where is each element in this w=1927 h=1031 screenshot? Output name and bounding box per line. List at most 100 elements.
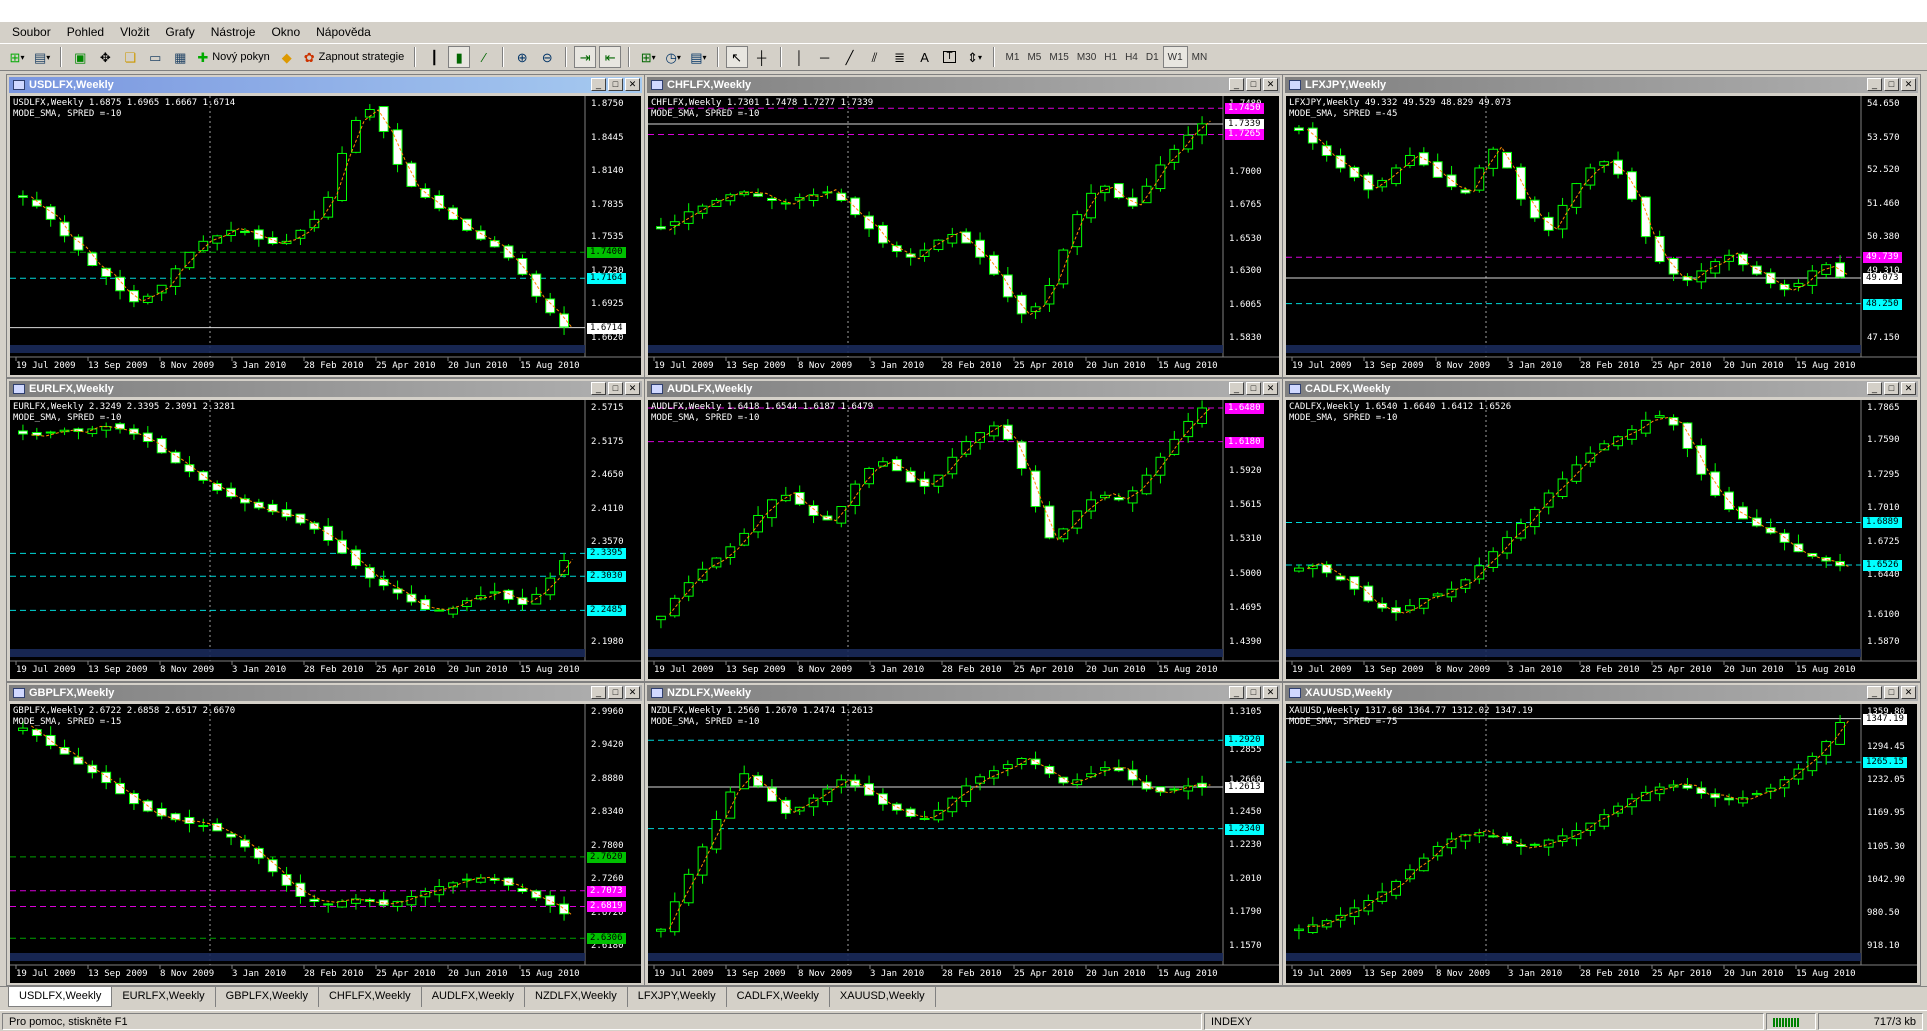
maximize-button[interactable]: □ <box>608 78 623 91</box>
trendline-tool[interactable]: ╱ <box>839 46 861 68</box>
timeframe-m1[interactable]: M1 <box>1002 46 1024 68</box>
terminal-button[interactable]: ▭ <box>144 46 166 68</box>
arrows-tool[interactable]: ⇕ ▾ <box>964 46 986 68</box>
chart-window-titlebar[interactable]: USDLFX,Weekly _ □ ✕ <box>9 77 642 93</box>
close-button[interactable]: ✕ <box>1263 78 1278 91</box>
chart-tab[interactable]: CADLFX,Weekly <box>727 987 830 1007</box>
minimize-button[interactable]: _ <box>1229 382 1244 395</box>
menu-nastroje[interactable]: Nástroje <box>203 22 264 43</box>
candle-chart-button[interactable]: ▮ <box>448 46 471 68</box>
chart-window-lfxjpy[interactable]: LFXJPY,Weekly _ □ ✕ LFXJPY,Weekly 49.332 49.… <box>1282 74 1921 378</box>
chart-window-titlebar[interactable]: CHFLFX,Weekly _ □ ✕ <box>647 77 1280 93</box>
chart-window-chflfx[interactable]: CHFLFX,Weekly _ □ ✕ CHFLFX,Weekly 1.7301 1.7… <box>644 74 1283 378</box>
chart-plot-area[interactable]: XAUUSD,Weekly 1317.68 1364.77 1312.02 13… <box>1286 704 1917 983</box>
crosshair-tool[interactable]: ┼ <box>751 46 773 68</box>
menu-napoveda[interactable]: Nápověda <box>308 22 379 43</box>
periods-button[interactable]: ◷ ▾ <box>662 46 684 68</box>
close-button[interactable]: ✕ <box>1901 382 1916 395</box>
close-button[interactable]: ✕ <box>625 78 640 91</box>
chart-plot-area[interactable]: LFXJPY,Weekly 49.332 49.529 48.829 49.07… <box>1286 96 1917 375</box>
chart-plot-area[interactable]: NZDLFX,Weekly 1.2560 1.2670 1.2474 1.261… <box>648 704 1279 983</box>
chart-window-titlebar[interactable]: AUDLFX,Weekly _ □ ✕ <box>647 381 1280 397</box>
chart-shift-button[interactable]: ⇤ <box>599 46 622 68</box>
chart-window-titlebar[interactable]: GBPLFX,Weekly _ □ ✕ <box>9 685 642 701</box>
chart-plot-area[interactable]: CADLFX,Weekly 1.6540 1.6640 1.6412 1.652… <box>1286 400 1917 679</box>
bar-chart-button[interactable]: ┃ <box>423 46 445 68</box>
close-button[interactable]: ✕ <box>625 686 640 699</box>
indicators-button[interactable]: ⊞ ▾ <box>637 46 659 68</box>
chart-tab[interactable]: USDLFX,Weekly <box>8 987 113 1007</box>
chart-window-usdlfx[interactable]: USDLFX,Weekly _ □ ✕ USDLFX,Weekly 1.6875 1.6… <box>6 74 645 378</box>
autoscroll-button[interactable]: ⇥ <box>574 46 597 68</box>
minimize-button[interactable]: _ <box>1867 382 1882 395</box>
cursor-tool[interactable]: ↖ <box>725 46 748 68</box>
maximize-button[interactable]: □ <box>1884 78 1899 91</box>
timeframe-mn[interactable]: MN <box>1188 46 1212 68</box>
timeframe-m30[interactable]: M30 <box>1073 46 1100 68</box>
strategies-button[interactable]: ✿ Zapnout strategie <box>301 46 408 68</box>
chart-plot-area[interactable]: AUDLFX,Weekly 1.6418 1.6544 1.6187 1.647… <box>648 400 1279 679</box>
minimize-button[interactable]: _ <box>1229 78 1244 91</box>
menu-soubor[interactable]: Soubor <box>4 22 59 43</box>
minimize-button[interactable]: _ <box>591 78 606 91</box>
tester-button[interactable]: ▦ <box>169 46 191 68</box>
line-chart-button[interactable]: ∕ <box>473 46 495 68</box>
minimize-button[interactable]: _ <box>1229 686 1244 699</box>
chart-tab[interactable]: GBPLFX,Weekly <box>216 987 319 1007</box>
chart-plot-area[interactable]: USDLFX,Weekly 1.6875 1.6965 1.6667 1.671… <box>10 96 641 375</box>
chart-plot-area[interactable]: GBPLFX,Weekly 2.6722 2.6858 2.6517 2.667… <box>10 704 641 983</box>
timeframe-h1[interactable]: H1 <box>1100 46 1121 68</box>
maximize-button[interactable]: □ <box>608 686 623 699</box>
zoom-out-button[interactable]: ⊖ <box>536 46 558 68</box>
close-button[interactable]: ✕ <box>1263 382 1278 395</box>
maximize-button[interactable]: □ <box>1884 382 1899 395</box>
minimize-button[interactable]: _ <box>1867 686 1882 699</box>
templates-button[interactable]: ▤ ▾ <box>687 46 709 68</box>
label-tool[interactable]: T <box>939 46 961 68</box>
maximize-button[interactable]: □ <box>608 382 623 395</box>
close-button[interactable]: ✕ <box>1901 686 1916 699</box>
timeframe-w1[interactable]: W1 <box>1162 46 1188 68</box>
chart-window-cadlfx[interactable]: CADLFX,Weekly _ □ ✕ CADLFX,Weekly 1.6540 1.6… <box>1282 378 1921 682</box>
menu-okno[interactable]: Okno <box>263 22 308 43</box>
close-button[interactable]: ✕ <box>625 382 640 395</box>
metaeditor-button[interactable]: ◆ <box>276 46 298 68</box>
menu-vlozit[interactable]: Vložit <box>112 22 157 43</box>
chart-plot-area[interactable]: CHFLFX,Weekly 1.7301 1.7478 1.7277 1.733… <box>648 96 1279 375</box>
maximize-button[interactable]: □ <box>1884 686 1899 699</box>
data-window-button[interactable]: ✥ <box>94 46 116 68</box>
maximize-button[interactable]: □ <box>1246 686 1261 699</box>
chart-window-titlebar[interactable]: LFXJPY,Weekly _ □ ✕ <box>1285 77 1918 93</box>
chart-window-titlebar[interactable]: XAUUSD,Weekly _ □ ✕ <box>1285 685 1918 701</box>
zoom-in-button[interactable]: ⊕ <box>511 46 533 68</box>
horizontal-line-tool[interactable]: ─ <box>814 46 836 68</box>
chart-tab[interactable]: NZDLFX,Weekly <box>525 987 628 1007</box>
market-watch-button[interactable]: ▣ <box>69 46 91 68</box>
chart-window-nzdlfx[interactable]: NZDLFX,Weekly _ □ ✕ NZDLFX,Weekly 1.2560 1.2… <box>644 682 1283 986</box>
chart-plot-area[interactable]: EURLFX,Weekly 2.3249 2.3395 2.3091 2.328… <box>10 400 641 679</box>
vertical-line-tool[interactable]: │ <box>789 46 811 68</box>
navigator-button[interactable]: ❏ <box>119 46 141 68</box>
status-profile[interactable]: INDEXY <box>1204 1013 1764 1030</box>
close-button[interactable]: ✕ <box>1263 686 1278 699</box>
fibonacci-tool[interactable]: ≣ <box>889 46 911 68</box>
text-tool[interactable]: A <box>914 46 936 68</box>
chart-window-gbplfx[interactable]: GBPLFX,Weekly _ □ ✕ GBPLFX,Weekly 2.6722 2.6… <box>6 682 645 986</box>
chart-tab[interactable]: EURLFX,Weekly <box>112 987 216 1007</box>
chart-window-eurlfx[interactable]: EURLFX,Weekly _ □ ✕ EURLFX,Weekly 2.3249 2.3… <box>6 378 645 682</box>
chart-window-titlebar[interactable]: NZDLFX,Weekly _ □ ✕ <box>647 685 1280 701</box>
timeframe-m15[interactable]: M15 <box>1045 46 1072 68</box>
chart-window-audlfx[interactable]: AUDLFX,Weekly _ □ ✕ AUDLFX,Weekly 1.6418 1.6… <box>644 378 1283 682</box>
timeframe-m5[interactable]: M5 <box>1023 46 1045 68</box>
maximize-button[interactable]: □ <box>1246 78 1261 91</box>
chart-window-titlebar[interactable]: CADLFX,Weekly _ □ ✕ <box>1285 381 1918 397</box>
timeframe-h4[interactable]: H4 <box>1121 46 1142 68</box>
chart-window-xauusd[interactable]: XAUUSD,Weekly _ □ ✕ XAUUSD,Weekly 1317.68 13… <box>1282 682 1921 986</box>
new-chart-button[interactable]: ⊞ ▾ <box>6 46 28 68</box>
profiles-button[interactable]: ▤ ▾ <box>31 46 53 68</box>
menu-grafy[interactable]: Grafy <box>157 22 202 43</box>
chart-tab[interactable]: AUDLFX,Weekly <box>422 987 526 1007</box>
chart-tab[interactable]: LFXJPY,Weekly <box>628 987 727 1007</box>
chart-window-titlebar[interactable]: EURLFX,Weekly _ □ ✕ <box>9 381 642 397</box>
menu-pohled[interactable]: Pohled <box>59 22 112 43</box>
